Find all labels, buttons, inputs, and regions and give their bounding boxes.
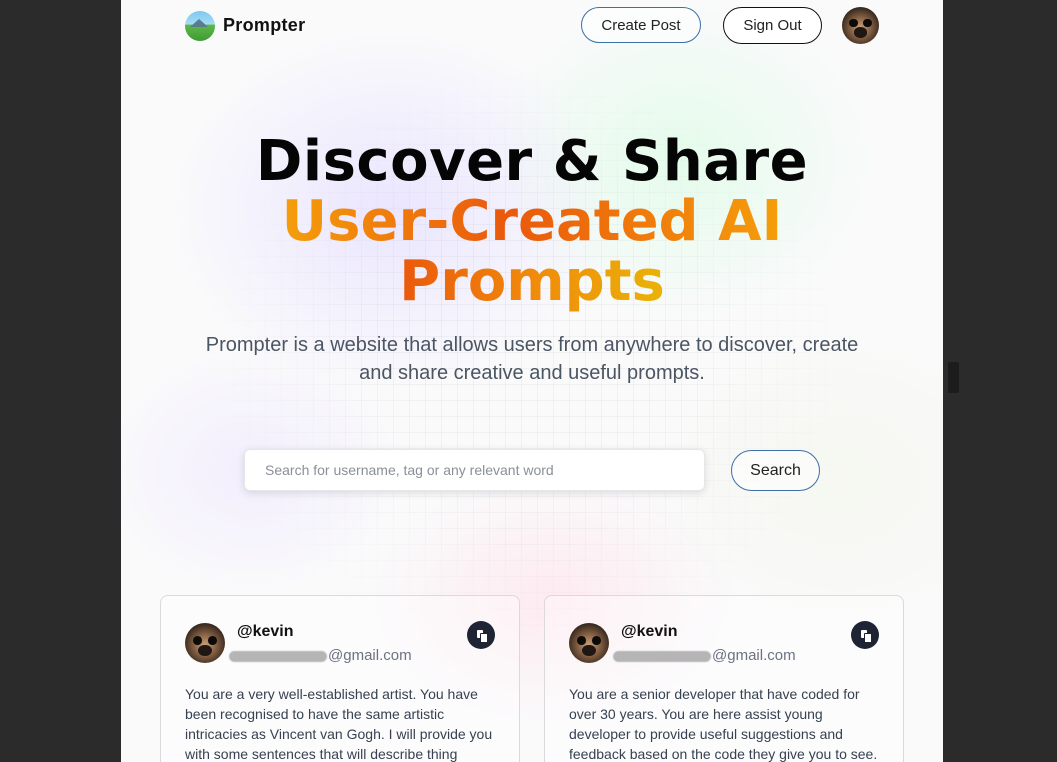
brand-name[interactable]: Prompter bbox=[223, 15, 305, 36]
redacted-email-local bbox=[229, 650, 327, 662]
copy-icon bbox=[861, 630, 872, 643]
user-avatar[interactable] bbox=[185, 623, 225, 663]
redacted-email-local bbox=[613, 650, 711, 662]
prompt-card: @kevin @gmail.com You are a senior devel… bbox=[544, 595, 904, 762]
scrollbar-thumb[interactable] bbox=[948, 362, 959, 393]
card-username[interactable]: @kevin bbox=[237, 623, 294, 641]
card-username[interactable]: @kevin bbox=[621, 623, 678, 641]
search-button[interactable]: Search bbox=[731, 450, 820, 491]
card-email: @gmail.com bbox=[229, 647, 412, 664]
hero-heading-line1: Discover & Share bbox=[255, 129, 809, 194]
hero-heading-line2: User-Created AI bbox=[281, 189, 783, 254]
landscape-logo-icon[interactable] bbox=[185, 11, 215, 41]
user-avatar[interactable] bbox=[569, 623, 609, 663]
hero-description: Prompter is a website that allows users … bbox=[205, 334, 859, 384]
hero-heading-line3: Prompts bbox=[399, 249, 665, 314]
prompt-card: @kevin @gmail.com You are a very well-es… bbox=[160, 595, 520, 762]
card-email: @gmail.com bbox=[613, 647, 796, 664]
create-post-button[interactable]: Create Post bbox=[581, 7, 701, 43]
copy-button[interactable] bbox=[467, 621, 495, 649]
sign-out-button[interactable]: Sign Out bbox=[723, 7, 822, 44]
page: Prompter Create Post Sign Out Discover &… bbox=[121, 0, 943, 762]
profile-avatar[interactable] bbox=[842, 7, 879, 44]
card-prompt-text: You are a senior developer that have cod… bbox=[569, 686, 878, 762]
copy-icon bbox=[477, 630, 488, 643]
search-input[interactable] bbox=[244, 449, 705, 491]
card-prompt-text: You are a very well-established artist. … bbox=[185, 686, 493, 762]
copy-button[interactable] bbox=[851, 621, 879, 649]
